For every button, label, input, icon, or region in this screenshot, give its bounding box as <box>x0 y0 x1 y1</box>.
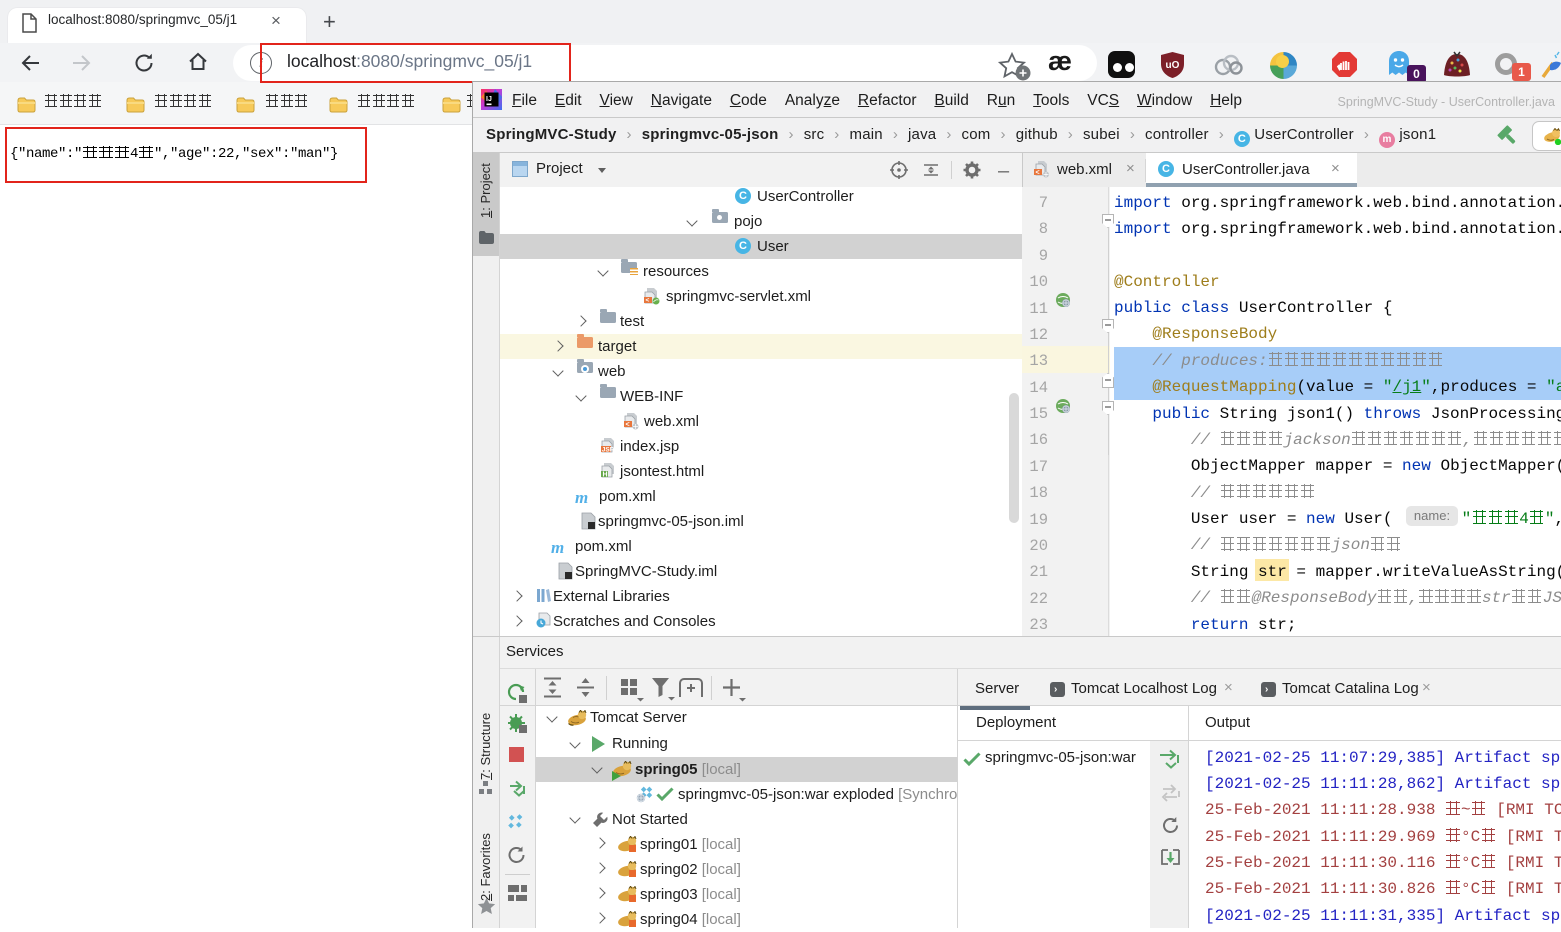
svg-text:uO: uO <box>1166 60 1180 71</box>
svg-text:<: < <box>1036 170 1040 177</box>
svg-text:<: < <box>646 297 650 304</box>
svg-text:IJ: IJ <box>486 96 492 103</box>
svg-text:JSP: JSP <box>602 447 615 454</box>
svg-text:H: H <box>603 472 608 479</box>
svg-text:<: < <box>626 422 630 429</box>
